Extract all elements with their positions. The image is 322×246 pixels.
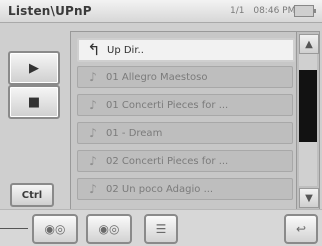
list-item[interactable]: ♪ 02 Concerti Pieces for ... (77, 150, 293, 172)
app-title: Listen\UPnP (8, 4, 92, 18)
play-button[interactable]: ▶ (8, 51, 60, 85)
scroll-up-button[interactable]: ▲ (299, 34, 319, 54)
list-item[interactable]: ♪ 01 Concerti Pieces for ... (77, 94, 293, 116)
page-indicator: 1/1 (230, 6, 245, 16)
list-item[interactable]: ♪ 01 Allegro Maestoso (77, 66, 293, 88)
status-area: 1/1 08:46 PM (230, 6, 301, 16)
music-note-icon: ♪ (89, 154, 97, 168)
scroll-thumb[interactable] (299, 70, 317, 142)
up-dir-icon: ↰ (87, 40, 101, 59)
list-item-label: 01 Allegro Maestoso (106, 71, 208, 83)
list-item-label: 01 - Dream (106, 127, 163, 139)
music-note-icon: ♪ (89, 126, 97, 140)
stop-button[interactable]: ■ (8, 85, 60, 119)
exit-button[interactable]: ↩ (284, 214, 318, 244)
music-note-icon: ♪ (89, 182, 97, 196)
radio-button-1[interactable]: ◉◎ (32, 214, 78, 244)
ctrl-label: Ctrl (21, 189, 43, 201)
app-header: Listen\UPnP 1/1 08:46 PM (0, 0, 322, 23)
list-icon: ☰ (155, 222, 167, 236)
music-note-icon: ♪ (89, 70, 97, 84)
radio-icon: ◉◎ (98, 222, 120, 236)
device-screen: Listen\UPnP 1/1 08:46 PM ▶ ■ Ctrl ↰ Up D… (0, 0, 322, 246)
list-item[interactable]: ♪ 02 Un poco Adagio ... (77, 178, 293, 200)
chevron-up-icon: ▲ (305, 38, 313, 50)
scrollbar[interactable]: ▲ ▼ (296, 31, 320, 211)
battery-icon (294, 5, 316, 17)
list-view-button[interactable]: ☰ (144, 214, 178, 244)
radio-button-2[interactable]: ◉◎ (86, 214, 132, 244)
pointer-line (0, 228, 28, 229)
bottom-toolbar: ◉◎ ◉◎ ☰ ↩ (0, 209, 322, 246)
clock: 08:46 PM (253, 6, 296, 16)
list-item-label: 02 Concerti Pieces for ... (106, 155, 229, 167)
list-item-label: 02 Un poco Adagio ... (106, 183, 214, 195)
radio-icon: ◉◎ (44, 222, 66, 236)
list-item-up-dir[interactable]: ↰ Up Dir.. (77, 38, 295, 62)
exit-icon: ↩ (295, 222, 307, 236)
play-icon: ▶ (29, 60, 39, 76)
stop-icon: ■ (27, 94, 41, 110)
ctrl-button[interactable]: Ctrl (10, 183, 54, 207)
music-note-icon: ♪ (89, 98, 97, 112)
scroll-down-button[interactable]: ▼ (299, 188, 319, 208)
track-list: ↰ Up Dir.. ♪ 01 Allegro Maestoso ♪ 01 Co… (70, 31, 298, 211)
main-area: ▶ ■ Ctrl ↰ Up Dir.. ♪ 01 Allegro Maestos… (0, 23, 322, 211)
chevron-down-icon: ▼ (305, 192, 313, 204)
list-item-label: 01 Concerti Pieces for ... (106, 99, 229, 111)
list-item-label: Up Dir.. (107, 44, 144, 56)
list-item[interactable]: ♪ 01 - Dream (77, 122, 293, 144)
